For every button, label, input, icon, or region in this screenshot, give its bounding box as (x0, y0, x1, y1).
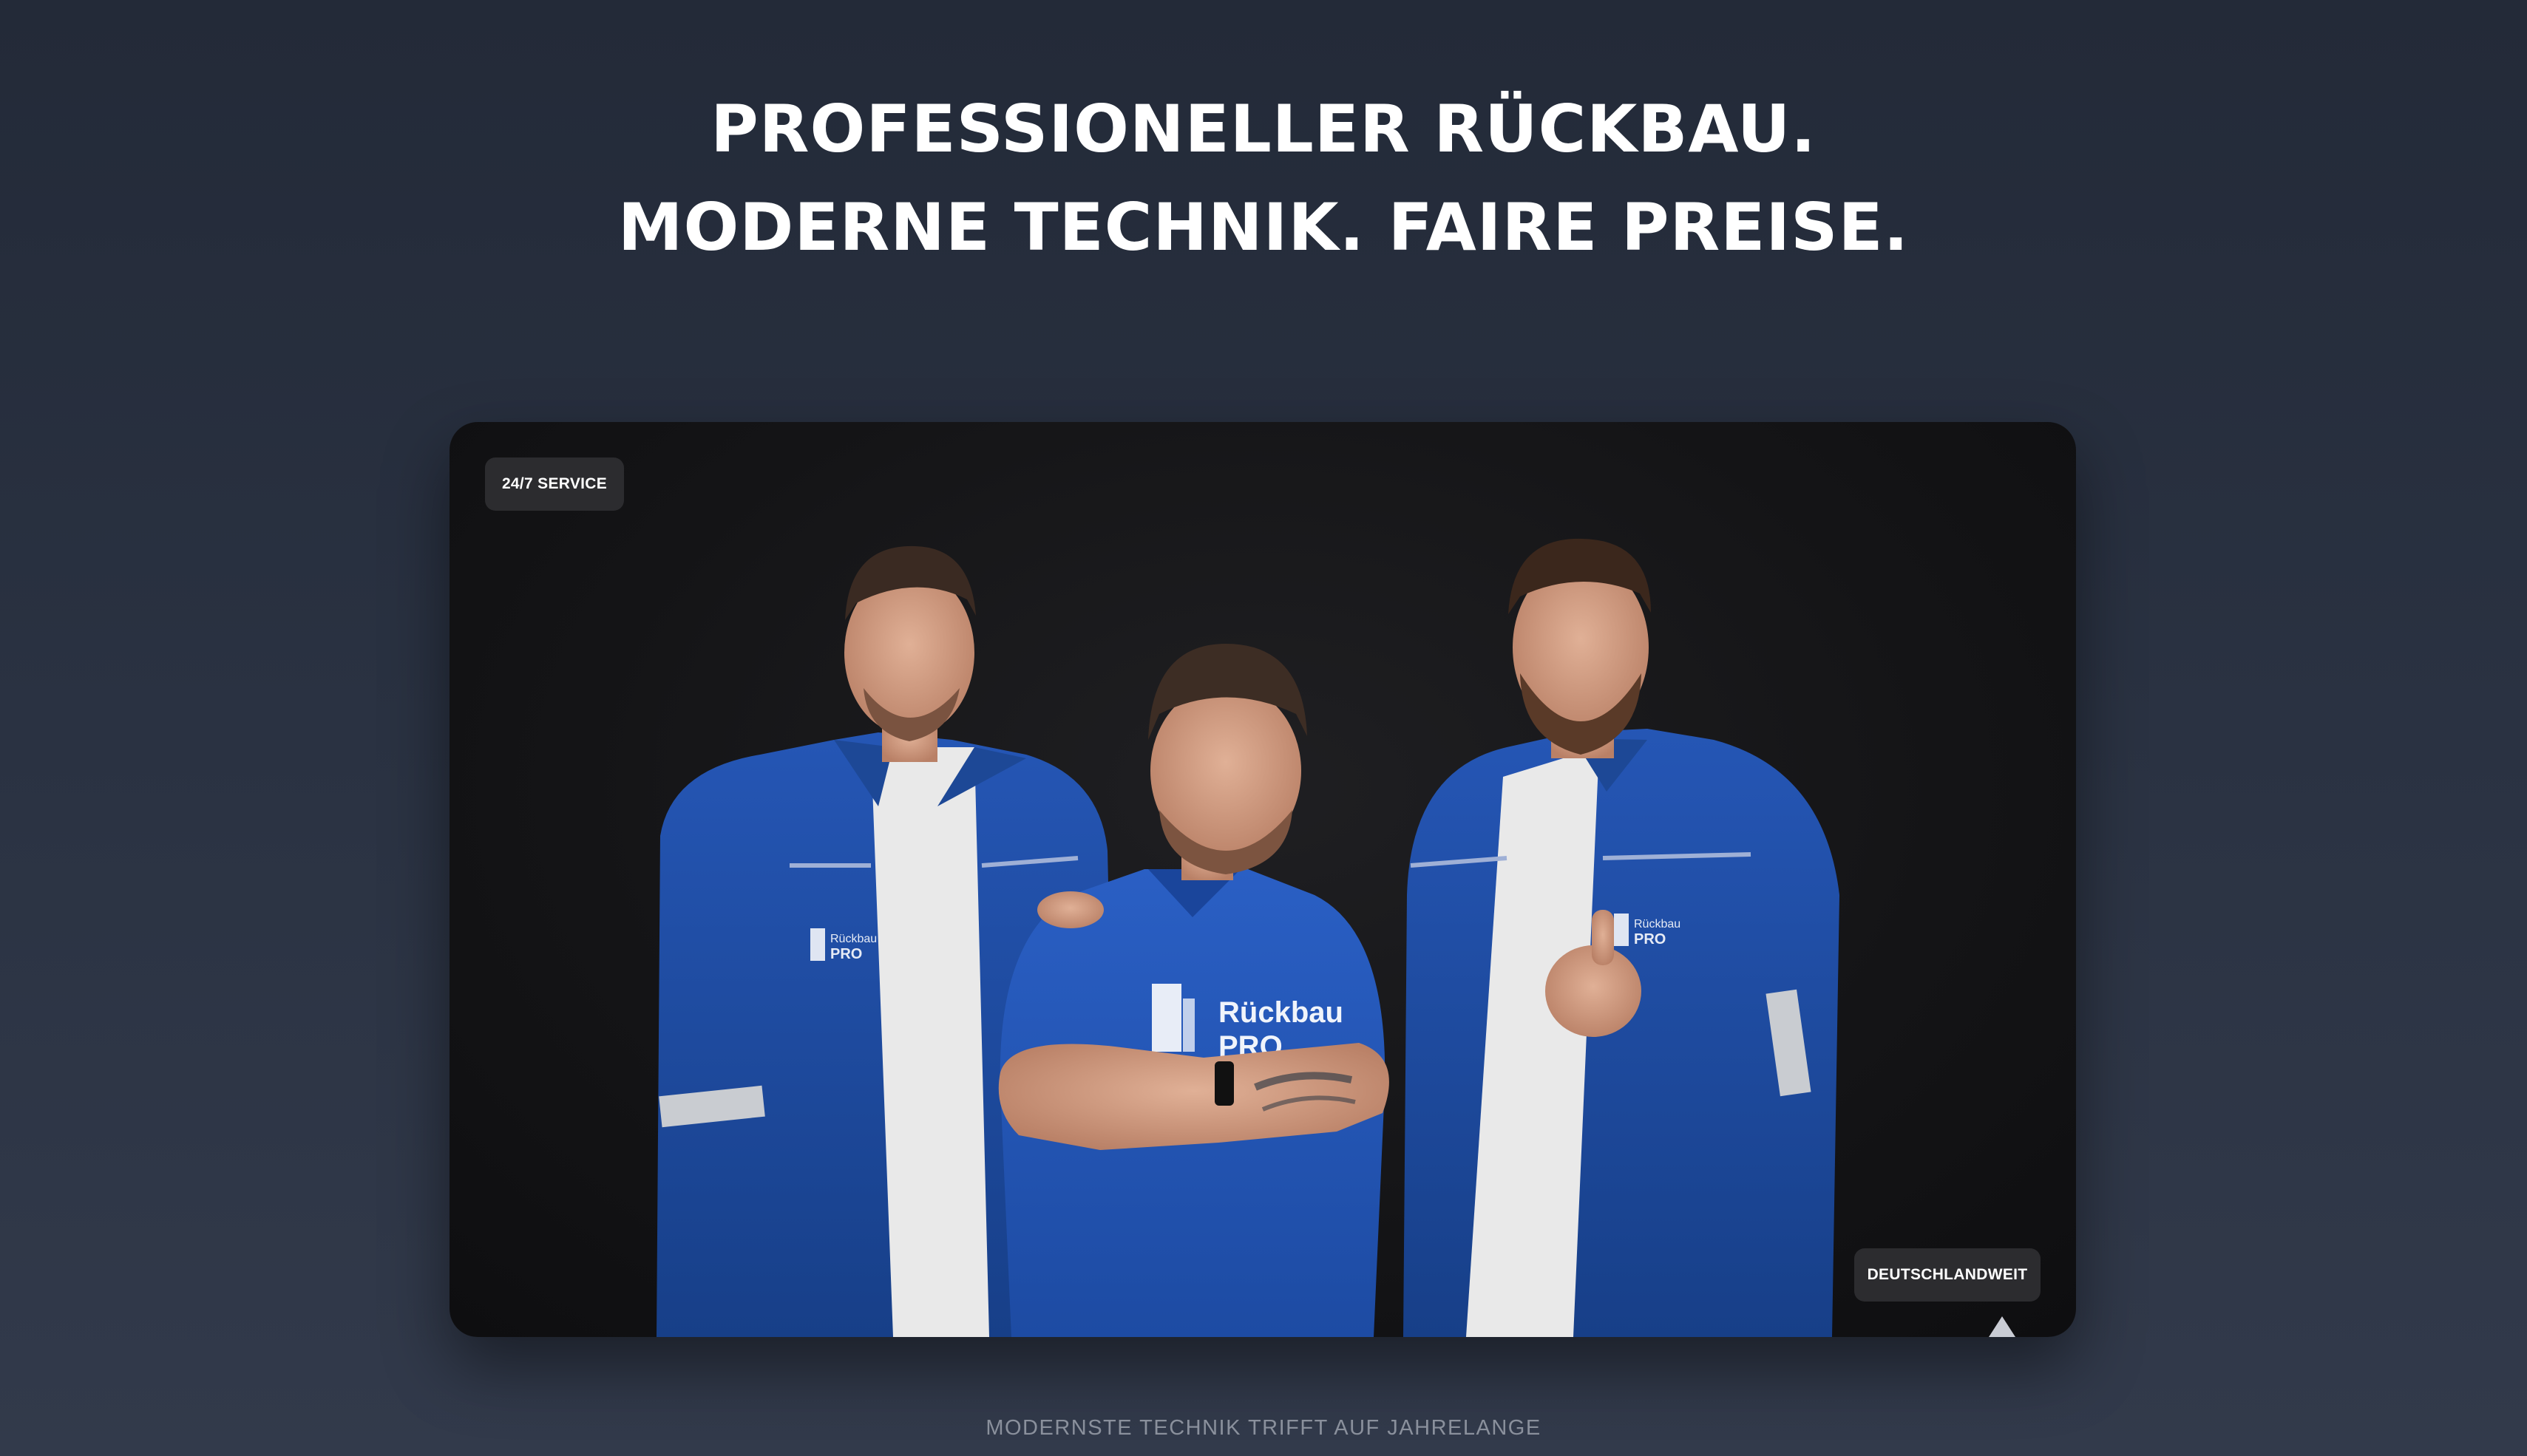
badge-24-7-service: 24/7 SERVICE (485, 457, 624, 511)
hero-title-line2: MODERNE TECHNIK. FAIRE PREISE. (617, 189, 1910, 265)
person-center: Rückbau PRO (998, 644, 1389, 1337)
svg-text:Rückbau: Rückbau (1634, 918, 1680, 931)
svg-text:Rückbau: Rückbau (1218, 996, 1343, 1029)
triangle-pointer-icon (1989, 1316, 2015, 1337)
team-photo-illustration: Rückbau PRO Rückbau PRO Rückbau PRO (657, 538, 1839, 1337)
person-right: Rückbau PRO (1403, 538, 1839, 1337)
svg-text:Rückbau: Rückbau (830, 933, 877, 945)
tagline-text: MODERNSTE TECHNIK TRIFFT AUF JAHRELANGE (986, 1416, 1541, 1440)
svg-text:PRO: PRO (830, 946, 862, 962)
hero-title-line1: PROFESSIONELLER RÜCKBAU. (710, 91, 1817, 167)
badge-deutschlandweit: DEUTSCHLANDWEIT (1854, 1248, 2041, 1302)
team-photo: Rückbau PRO Rückbau PRO Rückbau PRO 24/7… (450, 422, 2076, 1337)
hero-title: PROFESSIONELLER RÜCKBAU. MODERNE TECHNIK… (0, 80, 2527, 276)
svg-text:PRO: PRO (1634, 931, 1666, 948)
